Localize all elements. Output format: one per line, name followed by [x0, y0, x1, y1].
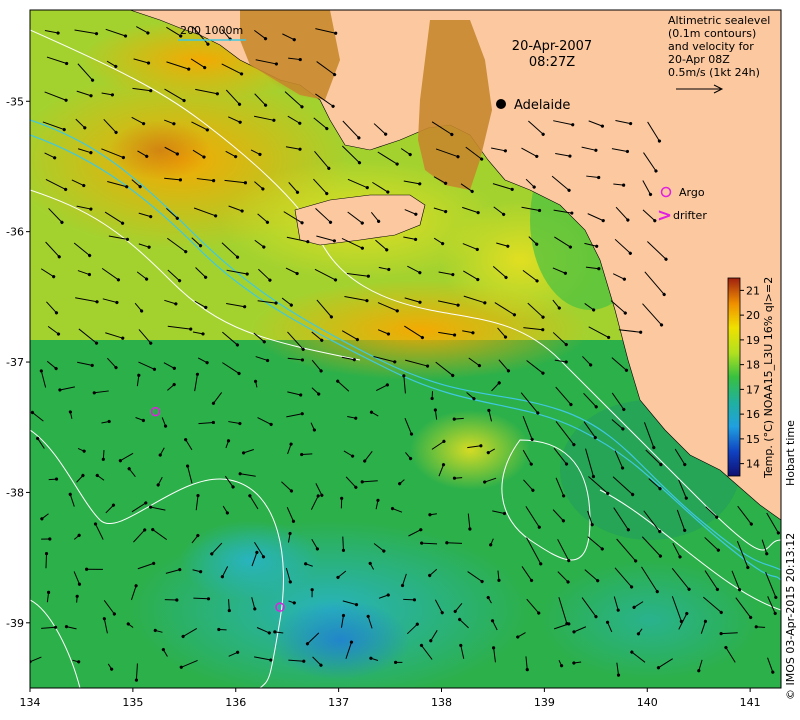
argo-legend-label: Argo [679, 186, 705, 199]
velocity-arrow [754, 625, 766, 629]
x-tick-label: 140 [637, 696, 658, 709]
legend-note-line: (0.1m contours) [668, 27, 756, 40]
x-tick-label: 137 [328, 696, 349, 709]
y-axis: -35 -36 -37 -38 -39 [6, 95, 30, 630]
hobart-time-label: Hobart time [784, 420, 797, 486]
velocity-arrow [101, 450, 105, 461]
date-line-2: 08:27Z [529, 55, 575, 70]
sst-cold-blob [270, 600, 410, 680]
colorbar-title: Temp. (°C) NOAA15_L3U 16% ql>=2 [762, 277, 775, 479]
legend-note-line: and velocity for [668, 40, 754, 53]
velocity-arrow [452, 476, 463, 480]
city-marker [496, 99, 506, 109]
velocity-arrow [445, 541, 463, 545]
velocity-arrow [48, 477, 59, 481]
y-tick-label: -38 [6, 486, 24, 499]
legend-note-line: 20-Apr 08Z [668, 53, 730, 66]
copyright-text: © IMOS 03-Apr-2015 20:13:12 [784, 533, 797, 700]
y-tick-label: -39 [6, 617, 24, 630]
velocity-arrow [44, 551, 49, 569]
colorbar-tick-label: 16 [746, 408, 760, 421]
x-tick-label: 136 [225, 696, 246, 709]
drifter-legend-label: drifter [673, 209, 707, 222]
colorbar-tick-label: 17 [746, 383, 760, 396]
colorbar-tick-label: 18 [746, 359, 760, 372]
y-tick-label: -37 [6, 356, 24, 369]
velocity-arrow [452, 417, 464, 421]
colorbar-tick-label: 15 [746, 433, 760, 446]
velocity-arrow [75, 594, 79, 603]
colorbar [727, 277, 741, 477]
colorbar-tick-label: 20 [746, 309, 760, 322]
legend-note-line: 0.5m/s (1kt 24h) [668, 66, 760, 79]
city-label: Adelaide [514, 98, 570, 113]
velocity-arrow [193, 597, 211, 601]
date-line-1: 20-Apr-2007 [512, 39, 592, 54]
sst-cool-blob [180, 520, 320, 600]
legend-note-line: Altimetric sealevel [668, 14, 770, 27]
x-axis: 134 135 136 137 138 139 140 141 [20, 688, 761, 709]
drifter-legend-icon: > [657, 205, 672, 226]
x-tick-label: 139 [534, 696, 555, 709]
plot-area [30, 10, 781, 688]
x-tick-label: 141 [740, 696, 761, 709]
y-tick-label: -36 [6, 226, 24, 239]
y-tick-label: -35 [6, 95, 24, 108]
colorbar-tick-label: 19 [746, 334, 760, 347]
scale-label: 200 1000m [180, 24, 243, 37]
x-tick-label: 138 [431, 696, 452, 709]
x-tick-label: 134 [20, 696, 41, 709]
colorbar-tick-label: 21 [746, 284, 760, 297]
velocity-arrow [341, 536, 346, 552]
colorbar-tick-label: 14 [746, 458, 760, 471]
sst-map: 20-Apr-2007 08:27Z 200 1000m Altimetric … [6, 9, 797, 709]
sst-warm-blob [410, 410, 530, 490]
x-tick-label: 135 [122, 696, 143, 709]
sst-cool-blob [540, 560, 760, 680]
velocity-arrow [300, 452, 313, 457]
